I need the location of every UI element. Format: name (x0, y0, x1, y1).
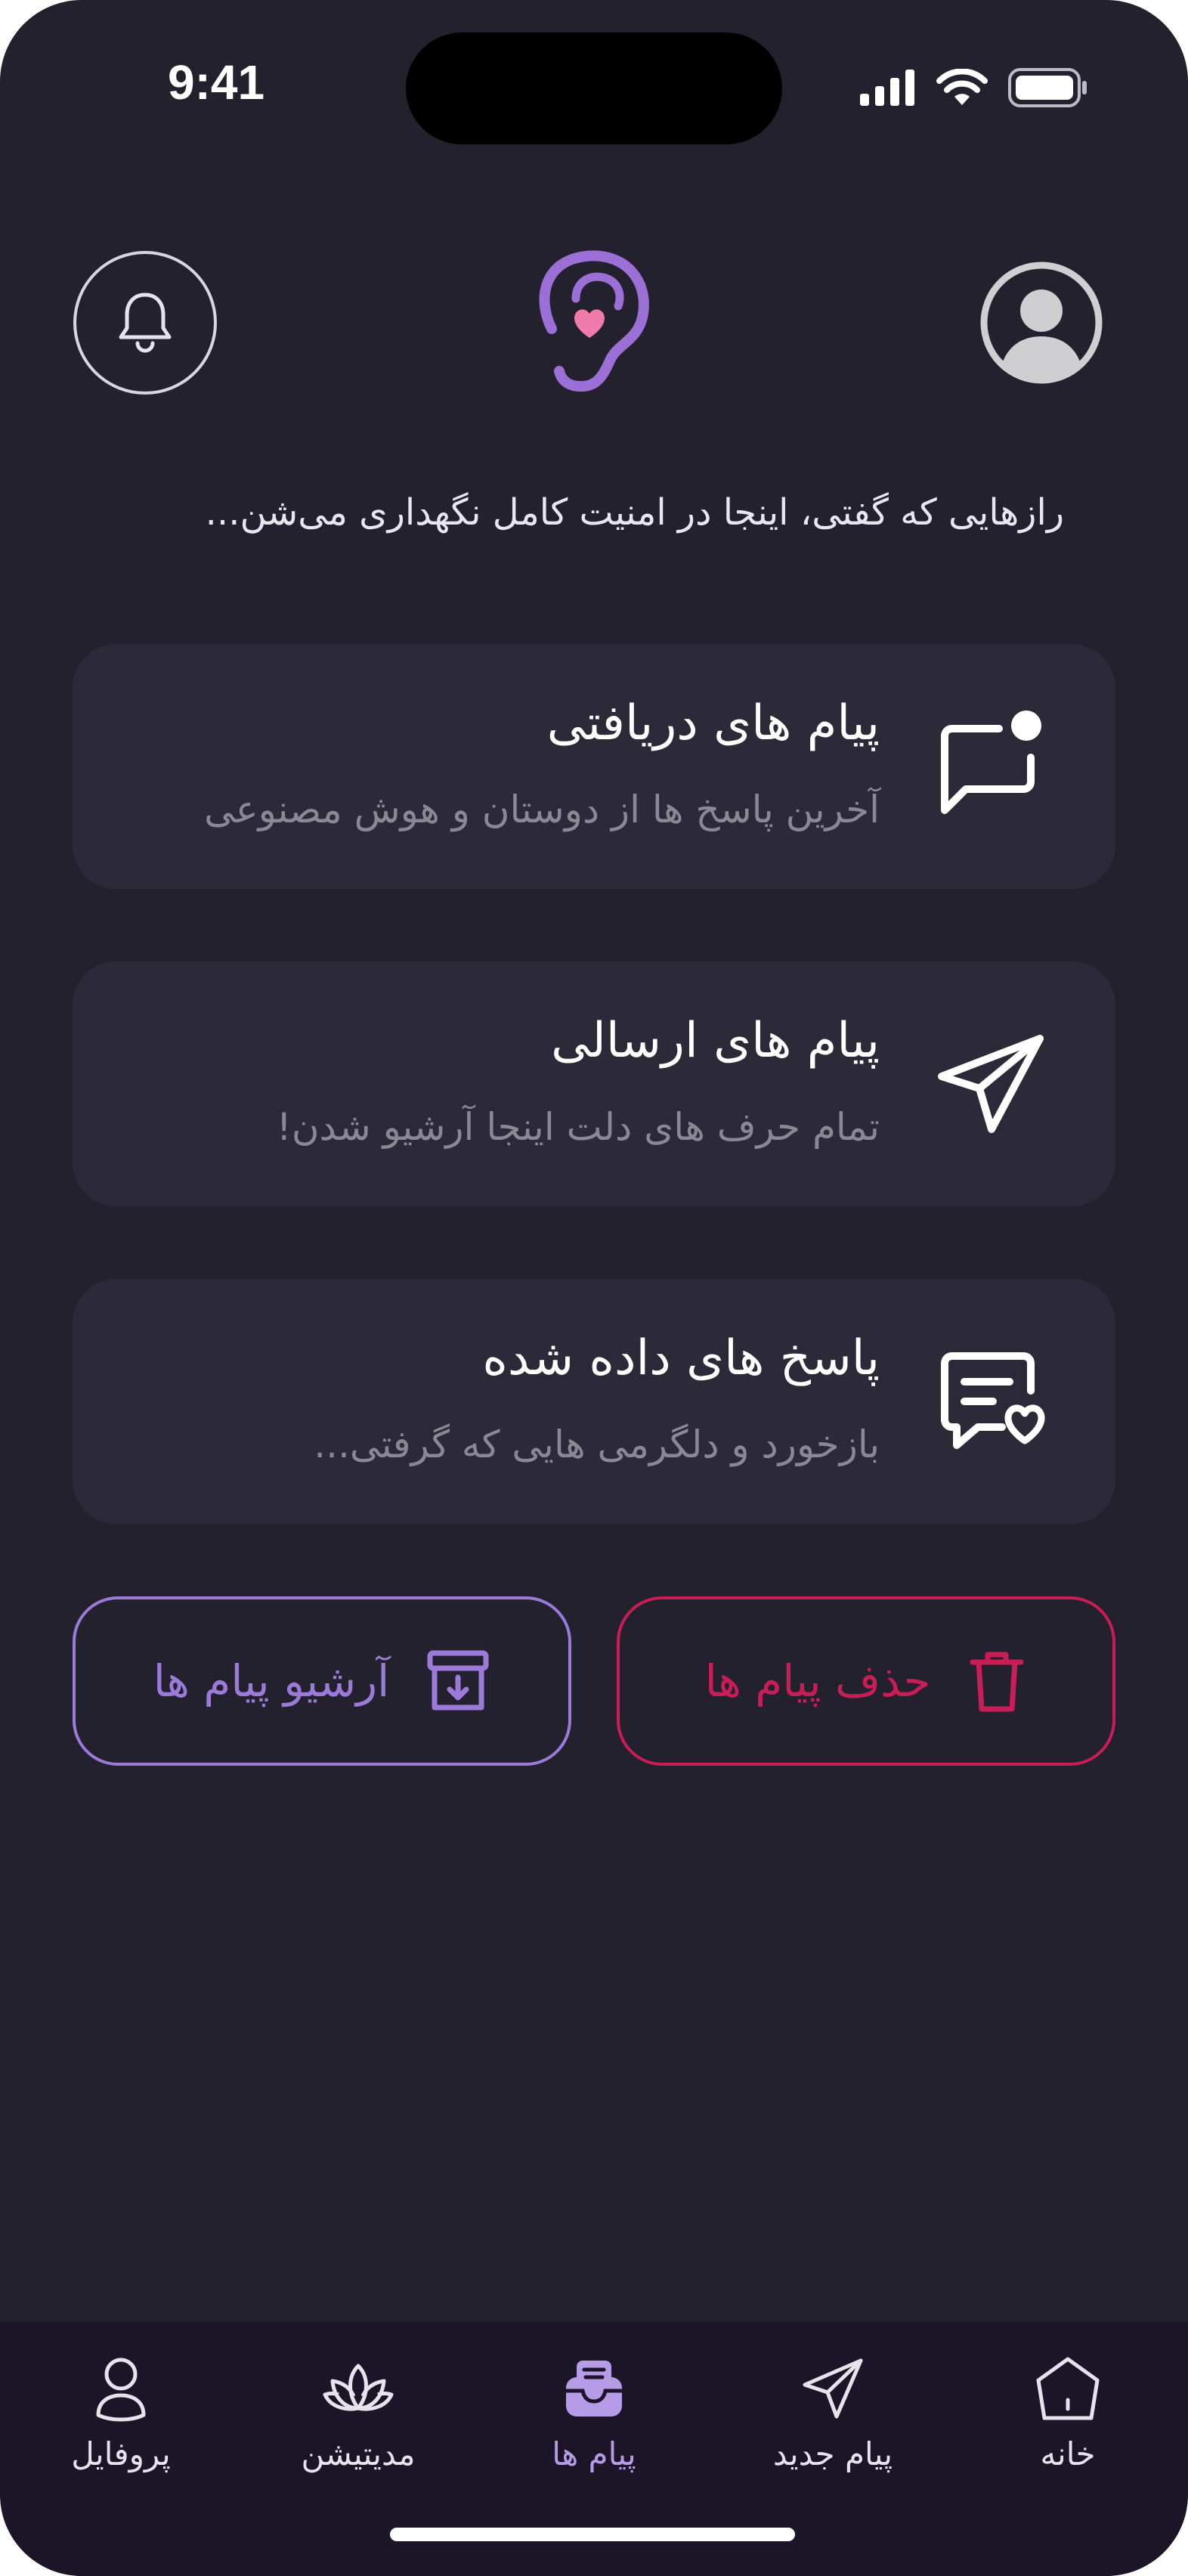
delete-messages-button[interactable]: حذف پیام ها (617, 1596, 1115, 1766)
message-heart-icon (941, 1352, 1045, 1449)
card-title: پیام های ارسالی (551, 1013, 880, 1069)
nav-label: پیام ها (552, 2435, 636, 2472)
card-sent-messages[interactable]: پیام های ارسالی تمام حرف های دلت اینجا آ… (73, 961, 1115, 1206)
delete-label: حذف پیام ها (704, 1655, 931, 1707)
nav-item-profile[interactable]: پروفایل (23, 2343, 219, 2472)
nav-label: خانه (1040, 2435, 1096, 2472)
lotus-icon (323, 2364, 394, 2411)
user-icon (96, 2358, 146, 2422)
nav-item-home[interactable]: خانه (970, 2343, 1166, 2472)
paper-plane-icon (938, 1035, 1044, 1133)
nav-label: پیام جدید (772, 2435, 893, 2472)
card-received-messages[interactable]: پیام های دریافتی آخرین پاسخ ها از دوستان… (73, 644, 1115, 889)
wifi-icon (936, 69, 988, 105)
card-subtitle: بازخورد و دلگرمی هایی که گرفتی... (314, 1423, 880, 1466)
card-title: پیام های دریافتی (546, 695, 880, 751)
message-notification-icon (941, 711, 1041, 814)
card-subtitle: آخرین پاسخ ها از دوستان و هوش مصنوعی (204, 788, 880, 831)
archive-messages-button[interactable]: آرشیو پیام ها (73, 1596, 571, 1766)
user-avatar-icon (980, 262, 1103, 384)
nav-label: مدیتیشن (301, 2435, 416, 2472)
nav-item-meditation[interactable]: مدیتیشن (260, 2343, 456, 2472)
trash-icon (970, 1652, 1024, 1712)
archive-label: آرشیو پیام ها (153, 1655, 390, 1707)
card-subtitle: تمام حرف های دلت اینجا آرشیو شدن! (276, 1105, 880, 1149)
archive-box-icon (427, 1650, 489, 1711)
nav-label: پروفایل (71, 2435, 171, 2472)
ear-heart-logo (539, 250, 649, 392)
nav-item-messages[interactable]: پیام ها (496, 2343, 692, 2472)
dynamic-island (406, 33, 782, 144)
card-title: پاسخ های داده شده (482, 1330, 880, 1386)
tagline: رازهایی که گفتی، اینجا در امنیت کامل نگه… (205, 491, 1064, 534)
app-screen: 9:41 رازهایی که گفتی، اینجا در امنیت کام… (0, 0, 1188, 2576)
send-icon (803, 2358, 863, 2419)
bell-icon (119, 293, 172, 353)
home-icon (1036, 2357, 1100, 2420)
signal-icon (860, 70, 914, 106)
home-indicator (390, 2528, 795, 2541)
nav-item-new-message[interactable]: پیام جدید (735, 2343, 931, 2472)
card-given-replies[interactable]: پاسخ های داده شده بازخورد و دلگرمی هایی … (73, 1279, 1115, 1524)
notifications-button[interactable] (73, 251, 217, 395)
status-time: 9:41 (168, 55, 265, 110)
inbox-icon (566, 2361, 622, 2417)
battery-icon (1008, 68, 1087, 107)
status-icons (860, 68, 1088, 107)
profile-avatar-button[interactable] (979, 261, 1103, 385)
